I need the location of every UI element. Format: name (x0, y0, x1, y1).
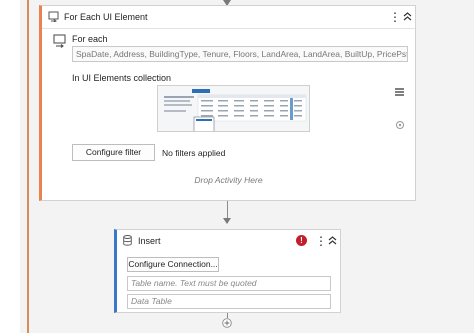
ui-elements-preview-thumbnail[interactable] (157, 85, 310, 132)
error-icon[interactable]: ! (296, 235, 307, 246)
target-icon[interactable] (395, 120, 405, 130)
insert-activity[interactable]: Insert ! ⋮ Configure Connection... Table… (114, 229, 341, 313)
table-name-input[interactable]: Table name. Text must be quoted (127, 276, 331, 291)
collapse-icon[interactable] (327, 234, 338, 246)
more-options-button[interactable]: ⋮ (315, 235, 327, 247)
drop-activity-zone[interactable]: Drop Activity Here (42, 175, 415, 185)
for-each-label: For each (72, 34, 108, 44)
more-options-button[interactable]: ⋮ (389, 11, 401, 23)
left-rail (0, 0, 20, 333)
connector-arrow-middle (223, 218, 231, 224)
activity-title: Insert (138, 236, 161, 246)
for-each-variables-field[interactable]: SpaDate, Address, BuildingType, Tenure, … (72, 46, 408, 62)
container-border-line (27, 0, 29, 333)
data-table-input[interactable]: Data Table (127, 294, 331, 309)
database-icon (123, 235, 132, 246)
collapse-icon[interactable] (402, 10, 413, 22)
filter-status-text: No filters applied (162, 148, 226, 158)
plus-circle-icon[interactable] (222, 318, 232, 328)
loop-icon (48, 11, 59, 22)
configure-connection-button[interactable]: Configure Connection... (127, 257, 219, 272)
activity-title: For Each UI Element (64, 12, 148, 22)
loop-icon (53, 34, 66, 48)
configure-filter-button[interactable]: Configure filter (72, 144, 155, 161)
activity-header: For Each UI Element ⋮ (42, 6, 415, 29)
collection-label: In UI Elements collection (72, 73, 172, 83)
for-each-ui-element-activity[interactable]: For Each UI Element ⋮ For each SpaDate, … (39, 5, 416, 201)
hamburger-icon[interactable] (394, 87, 405, 97)
